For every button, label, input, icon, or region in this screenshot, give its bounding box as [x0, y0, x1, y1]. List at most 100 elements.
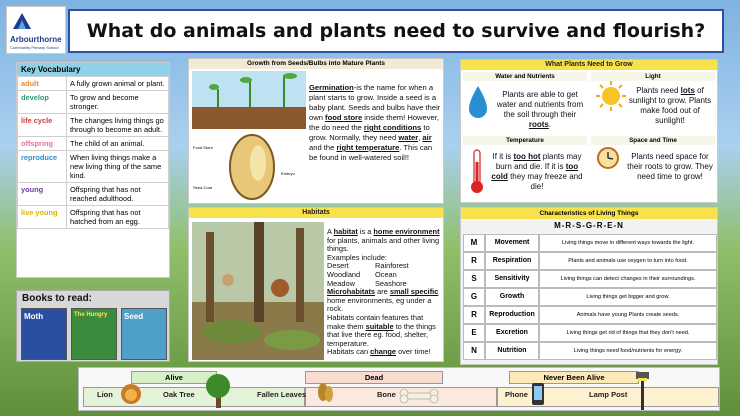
microhabitat-definition: Microhabitats are small specific home en…	[327, 287, 442, 314]
mrs-description: Plants and animals use oxygen to turn in…	[539, 252, 717, 270]
temperature-text: If it is too hot plants may burn and die…	[487, 152, 587, 192]
vocab-word: reproduce	[17, 150, 67, 183]
keyword: lots	[680, 86, 695, 95]
thermometer-icon	[471, 149, 483, 193]
mrs-gren-row: R Respiration Plants and animals use oxyge…	[463, 252, 717, 270]
vocab-definition: Offspring that has not hatched from an e…	[66, 205, 169, 229]
book-title: Seed	[124, 312, 144, 321]
phone-label: Phone	[505, 390, 528, 399]
vocab-definition: Offspring that has not reached adulthood…	[66, 182, 169, 206]
water-text: Plants are able to get water and nutrien…	[493, 90, 587, 130]
vocab-row: adult A fully grown animal or plant.	[17, 76, 169, 91]
vocab-row: reproduce When living things make a new l…	[17, 150, 169, 183]
keyword: Germination	[309, 83, 354, 92]
text: they may freeze and die!	[507, 172, 583, 191]
mrs-name: Respiration	[485, 252, 539, 270]
keyword: water	[398, 133, 419, 142]
books-panel: Books to read: Moth The Hungry Seed	[16, 290, 170, 362]
mrs-description: Living things need food/nutrients for en…	[539, 342, 717, 360]
book-cover: The Hungry	[71, 308, 117, 360]
mrs-name: Reproduction	[485, 306, 539, 324]
fallen-leaves-label: Fallen Leaves	[257, 390, 307, 399]
lion-icon	[121, 384, 141, 404]
growth-panel: Growth from Seeds/Bulbs into Mature Plan…	[188, 58, 444, 204]
growth-text: Germination-is the name for when a plant…	[309, 83, 441, 163]
oak-tree-label: Oak Tree	[163, 390, 195, 399]
vocab-word: adult	[17, 76, 67, 91]
bone-icon	[399, 388, 439, 404]
seed-diagram-image	[192, 71, 306, 200]
vocab-definition: The changes living things go through to …	[66, 113, 169, 137]
embryo-label: Embryo	[281, 171, 295, 176]
mrs-description: Animals have young Plants create seeds.	[539, 306, 717, 324]
clock-icon	[597, 147, 619, 169]
vocab-definition: To grow and become stronger.	[66, 90, 169, 114]
text: and the	[309, 143, 337, 152]
mrs-gren-row: R Reproduction Animals have young Plants c…	[463, 306, 717, 324]
bone-label: Bone	[377, 390, 396, 399]
mrs-letter: M	[463, 234, 485, 252]
mrs-gren-row: N Nutrition Living things need food/nutrie…	[463, 342, 717, 360]
habitat-change: Habitats can change over time!	[327, 348, 442, 357]
book-cover: Moth	[21, 308, 67, 360]
mrs-name: Movement	[485, 234, 539, 252]
mrs-description: Living things get bigger and grow.	[539, 288, 717, 306]
text: Plants are able to get water and nutrien…	[496, 90, 584, 119]
temperature-heading: Temperature	[463, 136, 587, 145]
living-things-heading: Characteristics of Living Things	[461, 208, 717, 219]
text: for plants, animals and other living thi…	[327, 235, 440, 254]
mrs-letter: G	[463, 288, 485, 306]
light-text: Plants need lots of sunlight to grow. Pl…	[625, 86, 715, 126]
mrs-letter: E	[463, 324, 485, 342]
text: home environments, eg under a rock.	[327, 295, 432, 314]
lion-label: Lion	[97, 390, 113, 399]
keyword: right temperature	[336, 143, 400, 152]
habitat-examples: Desert Rainforest Woodland Ocean Meadow Seash…	[327, 262, 442, 288]
forest-habitat-image	[192, 222, 324, 360]
keyword: food store	[325, 113, 363, 122]
vocab-word: live young	[17, 205, 67, 229]
growth-heading: Growth from Seeds/Bulbs into Mature Plan…	[189, 59, 443, 69]
text: If it is	[492, 152, 514, 161]
school-name: Arbourthorne	[10, 35, 62, 44]
page-title: What do animals and plants need to survi…	[68, 9, 724, 53]
vocab-word: young	[17, 182, 67, 206]
mrs-description: Living things move in different ways tow…	[539, 234, 717, 252]
mrs-name: Sensitivity	[485, 270, 539, 288]
mrs-gren-row: G Growth Living things get bigger and grow…	[463, 288, 717, 306]
living-things-panel: Characteristics of Living Things M-R-S-G…	[460, 207, 718, 365]
habitats-text: A habitat is a home environment for plan…	[327, 227, 442, 357]
plant-needs-panel: What Plants Need to Grow Water and Nutri…	[460, 59, 718, 203]
mrs-letter: S	[463, 270, 485, 288]
mrs-gren-row: E Excretion Living things get rid of thing…	[463, 324, 717, 342]
sun-icon	[596, 81, 626, 111]
book-title: The Hungry	[74, 312, 108, 318]
school-logo: Arbourthorne Community Primary School	[6, 6, 66, 54]
mrs-letter: R	[463, 252, 485, 270]
vocab-row: life cycle The changes living things go t…	[17, 113, 169, 137]
seed-coat-label: Seed Coat	[193, 185, 212, 190]
plant-needs-heading: What Plants Need to Grow	[461, 60, 717, 70]
keyword: roots	[528, 120, 549, 129]
space-time-text: Plants need space for their roots to gro…	[627, 152, 713, 181]
mrs-name: Nutrition	[485, 342, 539, 360]
vocab-word: offspring	[17, 136, 67, 151]
mrs-gren-row: S Sensitivity Living things can detect cha…	[463, 270, 717, 288]
vocab-word: develop	[17, 90, 67, 114]
habitat-features: Habitats contain features that make them…	[327, 313, 442, 348]
keyword: too hot	[513, 152, 541, 161]
keyword: right conditions	[363, 123, 422, 132]
lamp-post-icon	[636, 372, 649, 410]
mrs-letter: N	[463, 342, 485, 360]
text: .	[548, 120, 552, 129]
books-heading: Books to read:	[22, 293, 93, 304]
classification-strip: Alive Dead Never Been Alive Lion Oak Tre…	[78, 367, 720, 411]
vocab-row: young Offspring that has not reached adul…	[17, 182, 169, 206]
mrs-name: Growth	[485, 288, 539, 306]
keyword: change	[370, 347, 397, 357]
book-title: Moth	[24, 312, 44, 321]
mrs-description: Living things can detect changes in thei…	[539, 270, 717, 288]
mrs-name: Excretion	[485, 324, 539, 342]
school-crest-icon	[13, 13, 31, 29]
mrs-description: Living things get rid of things that the…	[539, 324, 717, 342]
